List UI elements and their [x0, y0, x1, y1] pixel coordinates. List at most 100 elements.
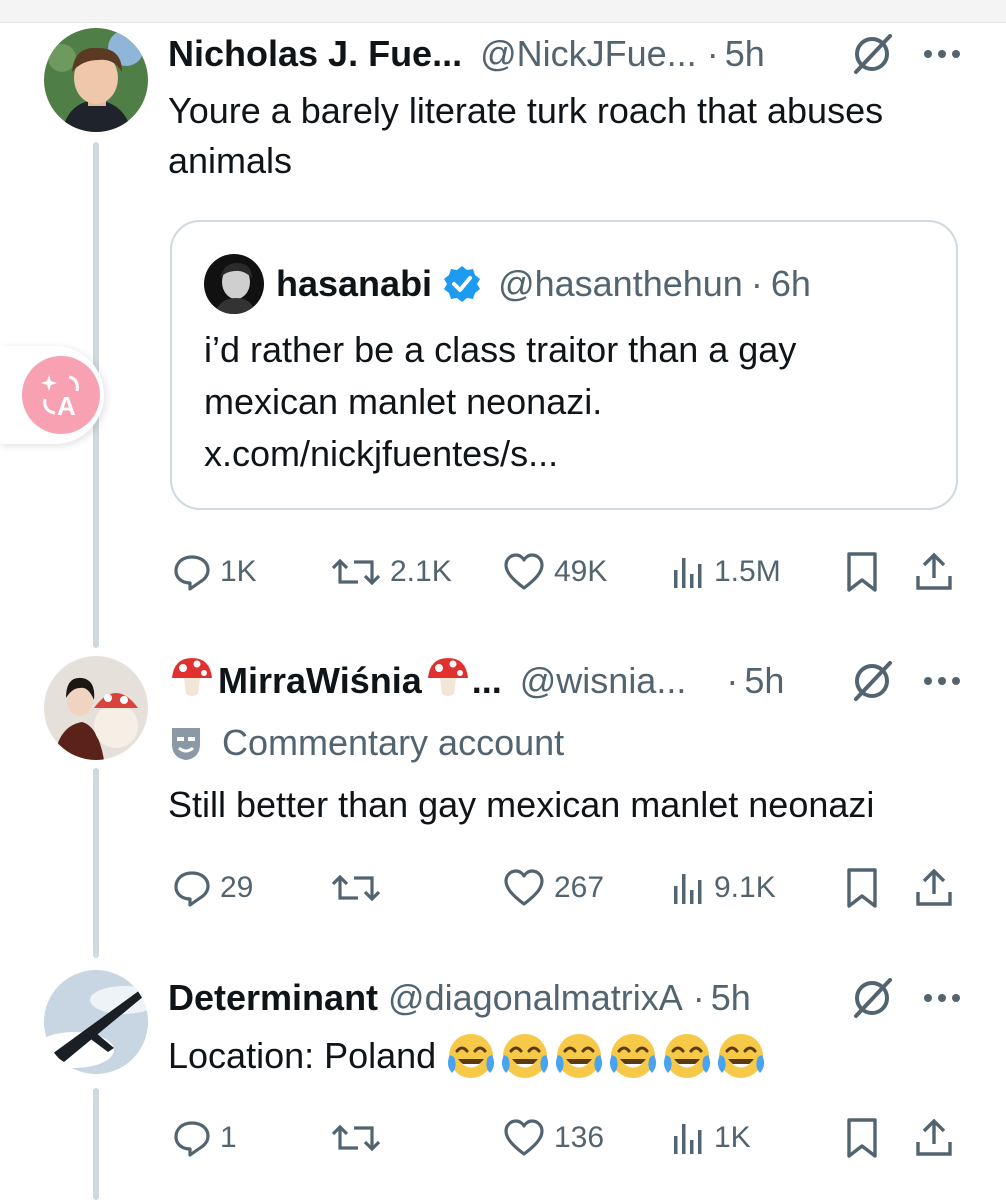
tweet-header-actions [850, 651, 962, 711]
grok-icon[interactable] [850, 659, 894, 703]
share-icon [916, 1118, 952, 1156]
timestamp[interactable]: 5h [711, 977, 751, 1019]
thread-line [93, 1088, 99, 1200]
repost-button[interactable] [330, 860, 390, 916]
separator-dot: · [706, 33, 719, 74]
display-name[interactable]: Determinant [168, 977, 378, 1019]
reply-button[interactable]: 1 [172, 1110, 237, 1166]
bookmark-icon [847, 868, 877, 908]
tweet-header: Nicholas J. Fue... @NickJFue... · 5h [168, 24, 765, 84]
views-button[interactable]: 9.1K [670, 860, 776, 916]
like-button[interactable]: 136 [502, 1110, 604, 1166]
avatar[interactable] [44, 970, 148, 1074]
reply-icon [174, 555, 210, 591]
mushroom-icon [168, 654, 216, 709]
repost-icon [331, 874, 381, 902]
like-button[interactable]: 49K [502, 544, 607, 600]
tweet-text-line: Youre a barely literate turk roach that … [168, 90, 884, 131]
user-handle[interactable]: @NickJFue... [480, 33, 697, 75]
timestamp[interactable]: 5h [744, 660, 784, 702]
views-count: 9.1K [714, 871, 776, 904]
like-button[interactable]: 267 [502, 860, 604, 916]
quoted-handle: @hasanthehun [498, 263, 743, 304]
display-name[interactable]: MirraWiśnia [218, 660, 422, 702]
avatar[interactable] [44, 656, 148, 760]
account-label-text: Commentary account [222, 722, 565, 763]
bookmark-button[interactable] [844, 544, 880, 600]
separator-dot: · [750, 263, 763, 304]
quoted-tweet[interactable]: hasanabi @hasanthehun · 6h i’d rather be… [170, 220, 958, 510]
account-label[interactable]: Commentary account [168, 718, 564, 768]
views-icon [674, 558, 702, 588]
translate-icon: A [22, 356, 100, 434]
verified-icon [444, 266, 481, 302]
timestamp[interactable]: 5h [725, 33, 765, 75]
more-icon[interactable] [922, 48, 962, 60]
user-handle[interactable]: @wisnia... [520, 660, 687, 702]
quoted-text-line: i’d rather be a class traitor than a gay [204, 329, 797, 370]
quoted-avatar [204, 254, 264, 314]
tweet-header-actions [850, 968, 962, 1028]
reply-count: 1 [220, 1121, 237, 1154]
reply-icon [174, 871, 210, 907]
views-button[interactable]: 1K [670, 1110, 751, 1166]
quoted-display-name: hasanabi [276, 263, 433, 304]
bookmark-button[interactable] [844, 1110, 880, 1166]
tweet-header: MirraWiśnia ... @wisnia... · 5h [168, 651, 784, 711]
face-with-tears-of-joy-icon [502, 1034, 549, 1078]
reply-count: 1K [220, 555, 257, 588]
bookmark-button[interactable] [844, 860, 880, 916]
tweet-actions: 1K 2.1K 49K 1.5M [168, 544, 968, 600]
like-count: 136 [554, 1121, 605, 1154]
avatar[interactable] [44, 28, 148, 132]
views-icon [674, 874, 702, 904]
face-with-tears-of-joy-icon [556, 1034, 603, 1078]
reply-button[interactable]: 1K [172, 544, 257, 600]
name-ellipsis: ... [471, 660, 502, 701]
repost-icon [331, 558, 381, 586]
reply-button[interactable]: 29 [172, 860, 253, 916]
tweet-header: Determinant @diagonalmatrixA · 5h [168, 968, 751, 1028]
share-button[interactable] [914, 544, 954, 600]
reply-count: 29 [220, 871, 254, 904]
separator-dot: · [692, 977, 705, 1018]
tweet-text-line: animals [168, 140, 293, 181]
views-count: 1.5M [714, 555, 781, 588]
repost-button[interactable]: 2.1K [330, 544, 452, 600]
grok-icon[interactable] [850, 32, 894, 76]
tweet-actions: 29 267 9.1K [168, 860, 968, 916]
share-button[interactable] [914, 860, 954, 916]
like-icon [504, 1119, 544, 1156]
tweet-actions: 1 136 1K [168, 1110, 968, 1166]
tweet-text: Location: Poland [168, 1028, 968, 1084]
views-button[interactable]: 1.5M [670, 544, 781, 600]
thread-line [93, 768, 99, 958]
share-button[interactable] [914, 1110, 954, 1166]
views-icon [674, 1124, 702, 1154]
tweet-header-actions [850, 24, 962, 84]
user-handle[interactable]: @diagonalmatrixA [388, 977, 683, 1019]
grok-icon[interactable] [850, 976, 894, 1020]
more-icon[interactable] [922, 675, 962, 687]
reply-icon [174, 1121, 210, 1157]
face-with-tears-of-joy-icon [610, 1034, 657, 1078]
more-icon[interactable] [922, 992, 962, 1004]
face-with-tears-of-joy-icon [448, 1034, 495, 1078]
share-icon [916, 868, 952, 906]
quoted-tweet-text: i’d rather be a class traitor than a gay… [204, 324, 924, 480]
quoted-link[interactable]: x.com/nickjfuentes/s... [204, 428, 924, 480]
like-icon [504, 553, 544, 590]
svg-text:A: A [57, 391, 76, 421]
translate-button[interactable]: A [0, 346, 104, 444]
like-count: 267 [554, 871, 605, 904]
share-icon [916, 552, 952, 590]
separator-dot: · [726, 660, 739, 701]
like-count: 49K [554, 555, 608, 588]
quoted-tweet-header: hasanabi @hasanthehun · 6h [204, 254, 811, 314]
repost-button[interactable] [330, 1110, 390, 1166]
tweet-text: Still better than gay mexican manlet neo… [168, 784, 875, 825]
repost-count: 2.1K [390, 555, 452, 588]
mushroom-icon [424, 654, 472, 709]
display-name[interactable]: Nicholas J. Fue... [168, 33, 462, 75]
repost-icon [331, 1124, 381, 1152]
